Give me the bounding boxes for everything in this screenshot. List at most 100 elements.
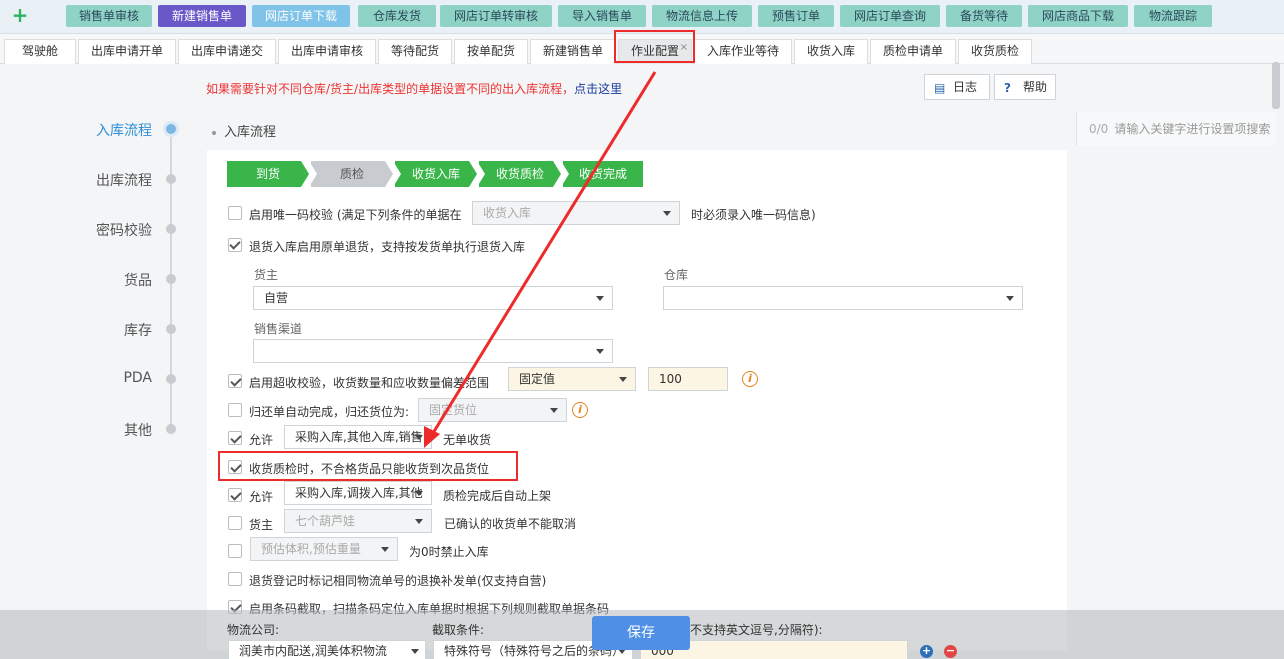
flow-step-label: 收货完成: [578, 167, 627, 181]
tab-receive-qc[interactable]: 收货质检: [958, 39, 1032, 64]
tab-qc-request[interactable]: 质检申请单: [870, 39, 956, 64]
return-auto-label: 归还单自动完成，归还货位为:: [249, 405, 410, 419]
select-value: 采购入库,调拨入库,其他: [295, 486, 423, 500]
tab-receive-inbound[interactable]: 收货入库: [794, 39, 868, 64]
tab-label: 入库作业等待: [706, 44, 779, 58]
channel-select[interactable]: [253, 339, 613, 363]
tab-wait-picking[interactable]: 等待配货: [378, 39, 452, 64]
tab-outbound-submit[interactable]: 出库申请递交: [178, 39, 276, 64]
toolbar-button-warehouse-ship[interactable]: 仓库发货: [358, 5, 436, 27]
question-icon: ?: [1004, 81, 1011, 95]
flow-step-receive-qc[interactable]: 收货质检: [479, 161, 561, 187]
remove-rule-icon[interactable]: −: [944, 645, 957, 658]
nav-item-goods[interactable]: 货品: [60, 270, 152, 290]
toolbar-button-download-orders[interactable]: 网店订单下载: [252, 5, 350, 27]
owner2-suffix: 已确认的收货单不能取消: [444, 517, 577, 531]
toolbar-button-presale-orders[interactable]: 预售订单: [758, 5, 834, 27]
allow-auto-shelve-checkbox[interactable]: [228, 488, 242, 502]
tab-cockpit[interactable]: 驾驶舱: [4, 39, 76, 64]
warehouse-label: 仓库: [664, 268, 689, 282]
estimate-select[interactable]: 预估体积,预估重量: [250, 537, 398, 561]
notice-message: 如果需要针对不同仓库/货主/出库类型的单据设置不同的出入库流程，: [206, 82, 575, 96]
allow-label: 允许: [249, 433, 274, 447]
tab-label: 收货入库: [806, 44, 855, 58]
nav-item-password-check[interactable]: 密码校验: [60, 220, 152, 240]
scrollbar[interactable]: [1272, 62, 1280, 109]
info-icon[interactable]: i: [572, 402, 588, 418]
tab-inbound-wait[interactable]: 入库作业等待: [694, 39, 792, 64]
return-register-label: 退货登记时标记相同物流单号的退换补发单(仅支持自营): [249, 574, 547, 588]
notice-link[interactable]: 点击这里: [574, 82, 622, 96]
log-button[interactable]: ▤ 日志: [924, 74, 990, 100]
toolbar-button-stock-wait[interactable]: 备货等待: [946, 5, 1022, 27]
toolbar-button-order-to-review[interactable]: 网店订单转审核: [440, 5, 552, 27]
tab-label: 新建销售单: [542, 44, 603, 58]
separator-note: 不支持英文逗号,分隔符):: [690, 623, 823, 637]
select-value: 预估体积,预估重量: [261, 542, 361, 556]
toolbar-button-order-query[interactable]: 网店订单查询: [840, 5, 940, 27]
toolbar-button-download-goods[interactable]: 网店商品下载: [1028, 5, 1128, 27]
log-button-label: 日志: [953, 80, 978, 94]
tab-outbound-review[interactable]: 出库申请审核: [278, 39, 376, 64]
chevron-down-icon: [596, 296, 604, 301]
return-auto-select[interactable]: 固定货位: [418, 398, 567, 422]
return-original-checkbox[interactable]: [228, 238, 242, 252]
info-icon[interactable]: i: [742, 371, 758, 387]
save-button[interactable]: 保存: [592, 616, 690, 650]
nav-item-other[interactable]: 其他: [60, 420, 152, 440]
unique-code-select[interactable]: 收货入库: [472, 201, 680, 225]
setting-search-input[interactable]: 0/0 请输入关键字进行设置项搜索: [1076, 112, 1276, 146]
nav-dot: [166, 374, 176, 384]
logistics-select[interactable]: 润美市内配送,润美体积物流: [228, 640, 426, 659]
toolbar-button-import-sales[interactable]: 导入销售单: [558, 5, 646, 27]
nav-dot: [166, 424, 176, 434]
tab-order-picking[interactable]: 按单配货: [454, 39, 528, 64]
tab-new-sales-order[interactable]: 新建销售单: [530, 39, 616, 64]
chevron-down-icon: [1006, 296, 1014, 301]
return-register-checkbox[interactable]: [228, 572, 242, 586]
flow-step-label: 质检: [339, 167, 364, 181]
overcheck-type-select[interactable]: 固定值: [508, 367, 636, 391]
overcheck-value-input[interactable]: 100: [648, 367, 728, 391]
section-title: 入库流程: [212, 121, 276, 140]
select-value: 采购入库,其他入库,销售: [295, 430, 423, 444]
help-button[interactable]: ? 帮助: [994, 74, 1056, 100]
chevron-down-icon: [381, 547, 389, 552]
toolbar-button-sales-review[interactable]: 销售单审核: [66, 5, 152, 27]
allow-no-order-checkbox[interactable]: [228, 431, 242, 445]
select-value: 七个葫芦娃: [295, 514, 356, 528]
nav-item-inbound-flow[interactable]: 入库流程: [60, 120, 152, 140]
overcheck-label: 启用超收校验，收货数量和应收数量偏差范围: [249, 376, 490, 390]
nav-item-pda[interactable]: PDA: [60, 370, 152, 386]
unique-code-checkbox[interactable]: [228, 206, 242, 220]
toolbar-button-new-sales-order[interactable]: 新建销售单: [158, 5, 246, 27]
flow-step-receive[interactable]: 收货入库: [395, 161, 477, 187]
flow-step-complete[interactable]: 收货完成: [563, 161, 643, 187]
allow2-type-select[interactable]: 采购入库,调拨入库,其他: [284, 481, 432, 505]
nav-dot: [166, 174, 176, 184]
add-rule-icon[interactable]: +: [920, 645, 933, 658]
nav-item-outbound-flow[interactable]: 出库流程: [60, 170, 152, 190]
tab-label: 出库申请审核: [290, 44, 363, 58]
nav-item-stock[interactable]: 库存: [60, 320, 152, 340]
overcheck-checkbox[interactable]: [228, 374, 242, 388]
tab-label: 出库申请递交: [190, 44, 263, 58]
flow-step-qc[interactable]: 质检: [311, 161, 393, 187]
estimate-checkbox[interactable]: [228, 544, 242, 558]
owner-cancel-checkbox[interactable]: [228, 516, 242, 530]
warehouse-select[interactable]: [663, 286, 1023, 310]
top-toolbar: + 销售单审核 新建销售单 网店订单下载 仓库发货 网店订单转审核 导入销售单 …: [0, 0, 1284, 34]
nav-dot: [166, 274, 176, 284]
toolbar-button-upload-logistics[interactable]: 物流信息上传: [652, 5, 752, 27]
flow-step-label: 到货: [255, 167, 280, 181]
allow-type-select[interactable]: 采购入库,其他入库,销售: [284, 425, 432, 449]
add-icon[interactable]: +: [10, 4, 30, 26]
tab-label: 出库申请开单: [90, 44, 163, 58]
return-auto-checkbox[interactable]: [228, 403, 242, 417]
owner-select[interactable]: 自营: [253, 286, 613, 310]
owner2-select[interactable]: 七个葫芦娃: [284, 509, 432, 533]
tab-outbound-create[interactable]: 出库申请开单: [78, 39, 176, 64]
notice-text: 如果需要针对不同仓库/货主/出库类型的单据设置不同的出入库流程，点击这里: [206, 80, 622, 97]
toolbar-button-logistics-track[interactable]: 物流跟踪: [1134, 5, 1212, 27]
flow-step-arrival[interactable]: 到货: [227, 161, 309, 187]
